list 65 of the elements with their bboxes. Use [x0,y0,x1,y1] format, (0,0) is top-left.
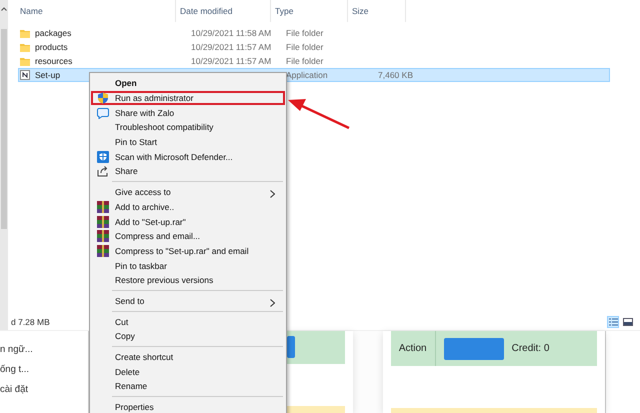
menu-item[interactable]: Share with Zalo [91,105,285,120]
archive-icon [97,230,109,242]
file-row[interactable]: products 10/29/2021 11:57 AM File folder [18,40,610,54]
share-icon [97,165,109,178]
file-name: products [35,42,68,52]
folder-icon [20,42,30,52]
menu-item[interactable]: Troubleshoot compatibility [91,120,285,135]
file-type: File folder [286,42,324,52]
action-label: Action [398,343,427,354]
application-icon [20,70,30,80]
scroll-up-icon[interactable] [1,7,7,11]
menu-item[interactable]: Share [91,164,285,179]
menu-item[interactable]: Restore previous versions [91,272,285,288]
date-modified: 10/29/2021 11:57 AM [191,42,272,52]
sidebar-item[interactable]: cài đặt [0,384,88,395]
menu-item[interactable]: Properties [91,400,285,413]
menu-item[interactable]: Give access to [91,184,285,200]
menu-item[interactable]: Create shortcut [91,350,285,364]
sidebar-item[interactable]: n ngữ... [0,344,88,355]
menu-item[interactable]: Add to archive.. [91,200,285,214]
file-row[interactable]: packages 10/29/2021 11:58 AM File folder [18,26,610,40]
column-header[interactable]: Date modified [176,0,271,22]
sidebar-item[interactable]: ống t... [0,364,88,375]
menu-item[interactable]: Scan with Microsoft Defender... [91,149,285,164]
column-header[interactable]: Size [348,0,406,22]
folder-icon [20,56,30,66]
column-header[interactable]: Name [8,0,176,22]
status-text: d 7.28 MB [11,317,50,327]
action-button[interactable] [287,336,295,358]
archive-icon [97,244,109,257]
menu-item[interactable]: Add to "Set-up.rar" [91,214,285,229]
file-name: resources [35,56,72,66]
file-name: packages [35,28,72,38]
shield-icon [97,92,109,104]
menu-item[interactable]: Pin to taskbar [91,258,285,273]
chat-icon [97,106,109,119]
file-type: File folder [286,56,324,66]
menu-item[interactable]: Delete [91,364,285,380]
file-type: File folder [286,28,324,38]
arrow-annotation [288,99,350,130]
scrollbar-thumb[interactable] [1,29,7,229]
thumbnail-view-button[interactable] [622,316,634,328]
file-row[interactable]: resources 10/29/2021 11:57 AM File folder [18,54,610,68]
folder-icon [20,28,30,38]
menu-item[interactable]: Send to [91,294,285,308]
menu-item[interactable]: Run as administrator [91,90,285,106]
date-modified: 10/29/2021 11:58 AM [191,28,272,38]
archive-icon [97,200,109,213]
credit-label: Credit: 0 [512,343,550,354]
menu-item[interactable]: Copy [91,329,285,344]
menu-item[interactable]: Compress to "Set-up.rar" and email [91,244,285,258]
date-modified: 10/29/2021 11:57 AM [191,56,272,66]
archive-icon [97,216,109,228]
details-view-button[interactable] [607,316,619,328]
column-header[interactable]: Type [271,0,348,22]
file-size: 7,460 KB [378,70,413,80]
menu-item[interactable]: Pin to Start [91,134,285,150]
file-name: Set-up [35,70,60,80]
file-type: Application [286,70,328,80]
menu-item[interactable]: Rename [91,379,285,394]
menu-item[interactable]: Cut [91,314,285,329]
shield-icon [97,150,109,163]
menu-item[interactable]: Compress and email... [91,228,285,244]
action-button[interactable] [444,338,504,360]
card-stripe [287,406,345,413]
